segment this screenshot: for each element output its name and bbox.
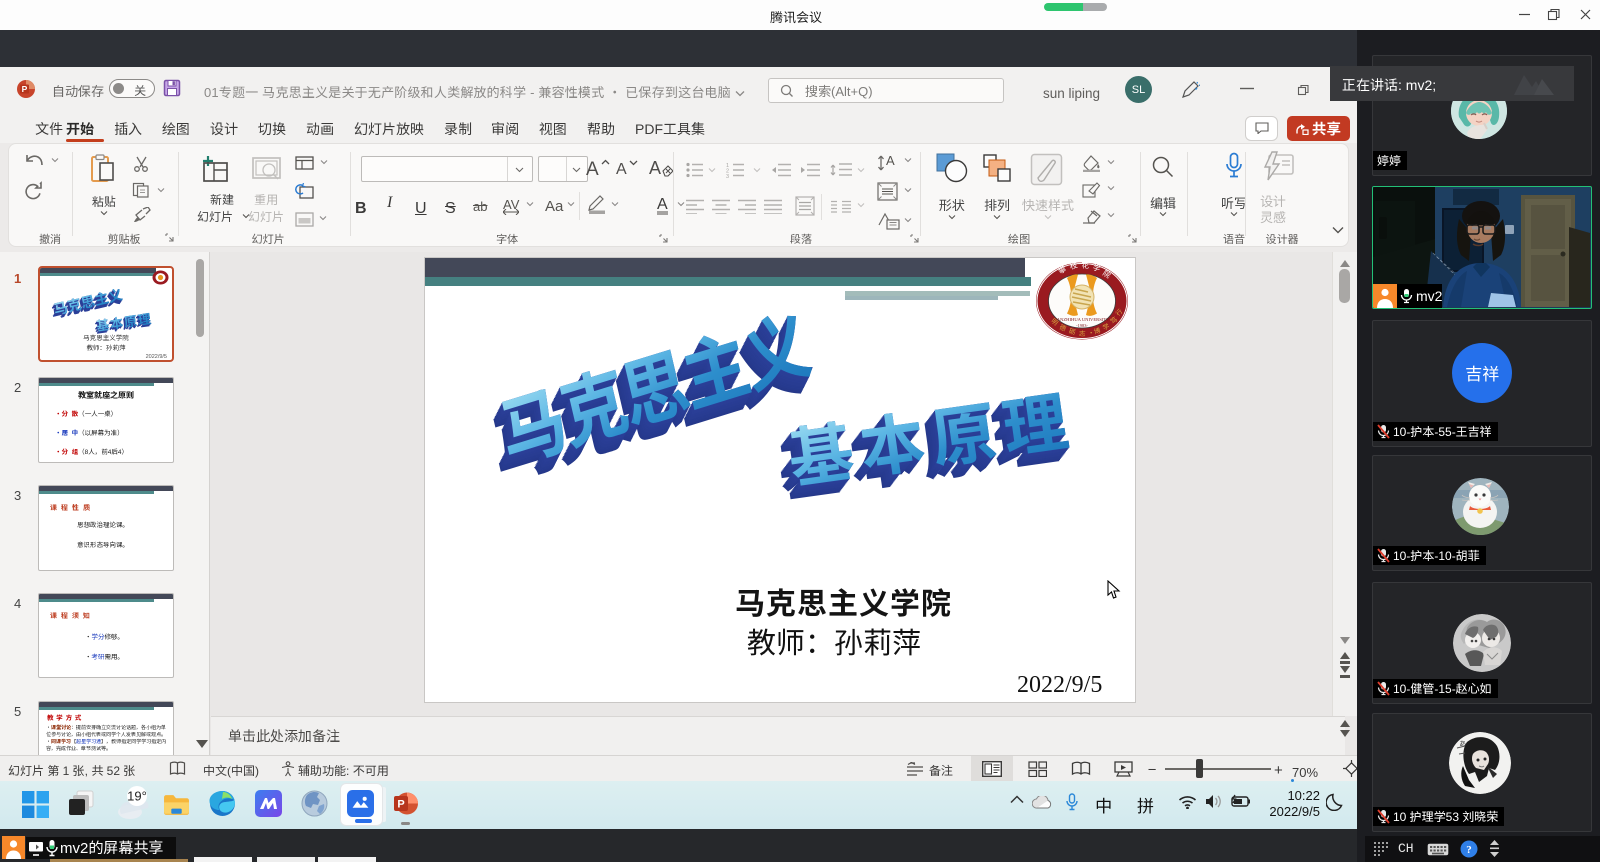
svg-text:A: A — [616, 161, 627, 178]
svg-text:あ: あ — [1459, 739, 1466, 749]
svg-text:A: A — [649, 158, 661, 178]
svg-text:3: 3 — [726, 174, 729, 178]
svg-text:花: 花 — [1082, 260, 1090, 271]
svg-text:?: ? — [1466, 844, 1472, 856]
svg-text:A: A — [886, 153, 895, 168]
svg-text:A: A — [586, 159, 599, 178]
svg-text:P: P — [397, 799, 404, 811]
svg-text:P: P — [22, 84, 28, 94]
svg-text:19°: 19° — [127, 789, 147, 804]
